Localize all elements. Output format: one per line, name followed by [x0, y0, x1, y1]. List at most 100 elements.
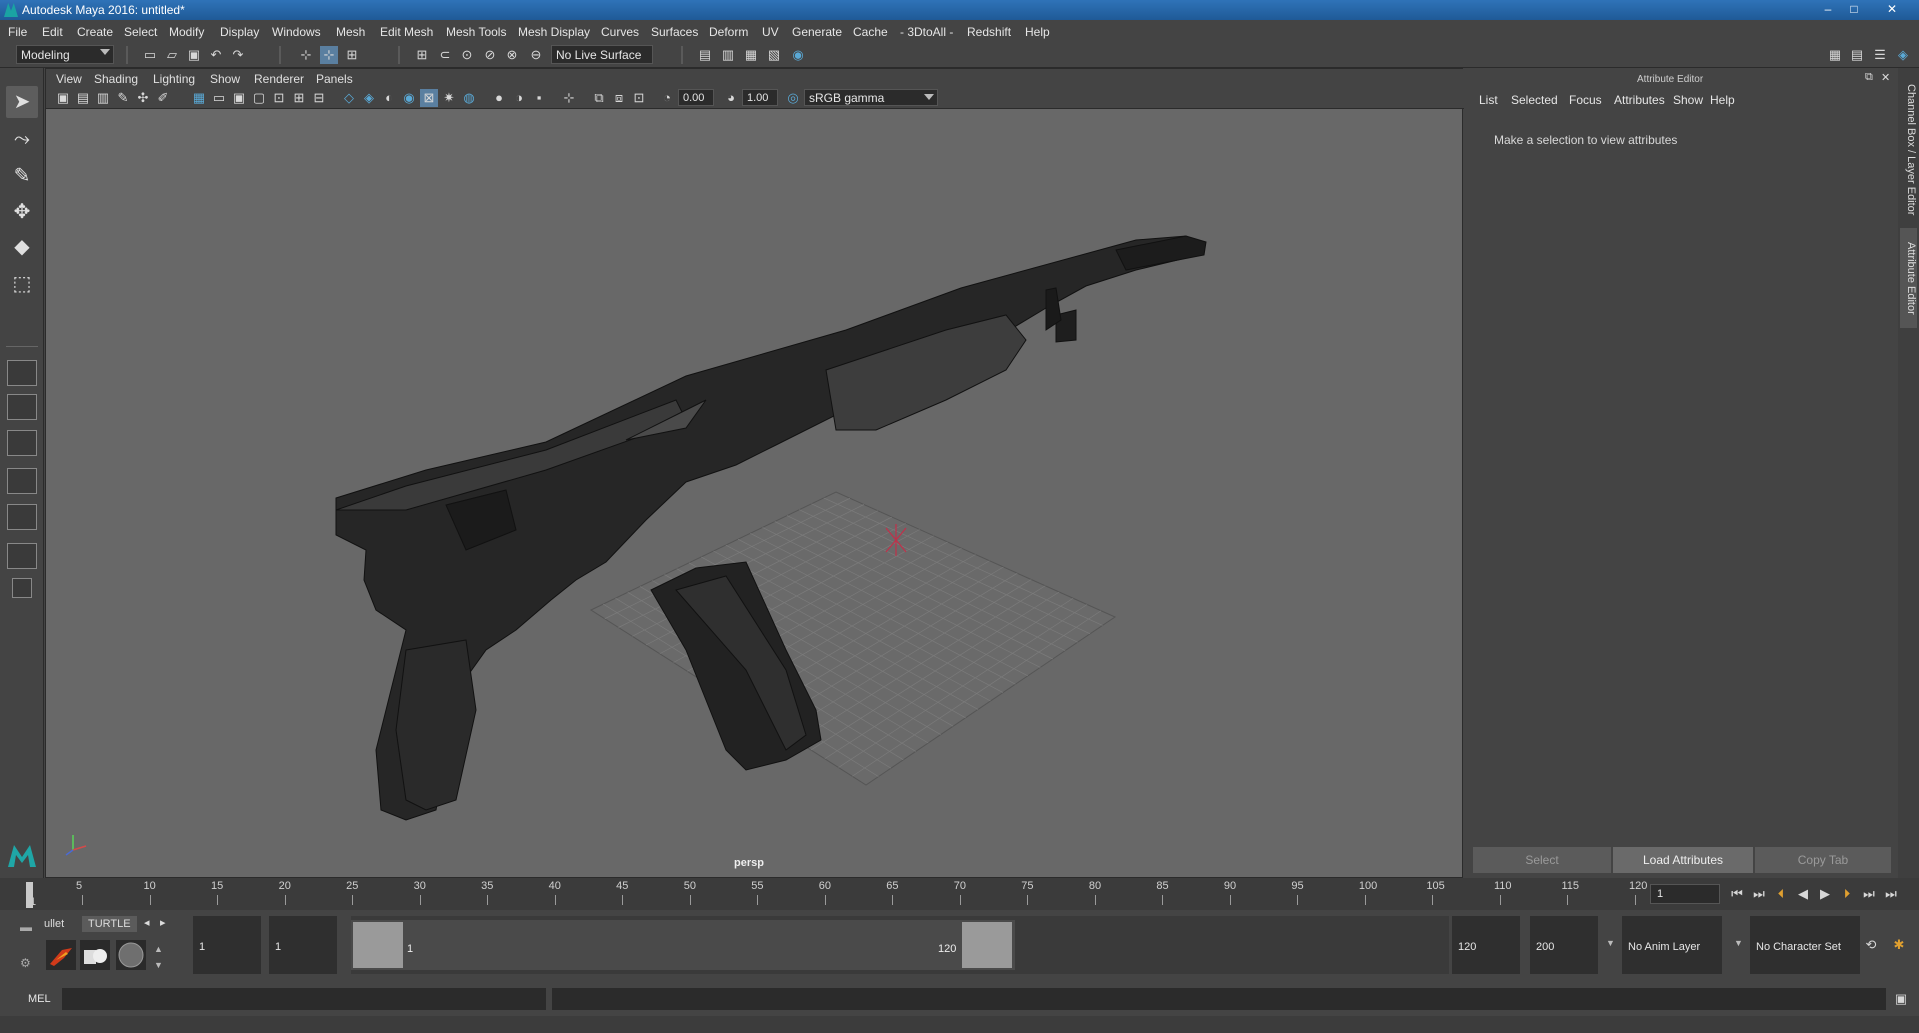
ae-tab-selected[interactable]: Selected: [1511, 93, 1558, 107]
anti-aliasing-icon[interactable]: ▪: [530, 89, 548, 107]
grease-pencil-icon[interactable]: ✐: [154, 89, 172, 107]
panel-menu-panels[interactable]: Panels: [316, 72, 353, 86]
shelf-sphere-icon[interactable]: [116, 940, 146, 970]
menu-deform[interactable]: Deform: [709, 25, 748, 39]
menu-surfaces[interactable]: Surfaces: [651, 25, 698, 39]
panel-menu-show[interactable]: Show: [210, 72, 240, 86]
exposure-icon[interactable]: ◔: [658, 89, 676, 107]
use-all-lights-icon[interactable]: ✷: [440, 89, 458, 107]
character-set-dropdown[interactable]: No Character Set: [1750, 916, 1860, 974]
chevron-down-icon[interactable]: ▼: [1734, 938, 1743, 948]
four-view-layout-button[interactable]: [7, 394, 37, 420]
2d-pan-zoom-icon[interactable]: ✣: [134, 89, 152, 107]
menu-display[interactable]: Display: [220, 25, 259, 39]
menu-3dtoall[interactable]: - 3DtoAll -: [900, 25, 953, 39]
camera-attributes-icon[interactable]: ▤: [74, 89, 92, 107]
snap-surface-icon[interactable]: ⊗: [503, 46, 521, 64]
go-to-end-icon[interactable]: ⏭: [1882, 885, 1900, 903]
current-frame-field[interactable]: 1: [1650, 884, 1720, 904]
ae-tab-attributes[interactable]: Attributes: [1614, 93, 1665, 107]
safe-action-icon[interactable]: ⊞: [290, 89, 308, 107]
resolution-gate-icon[interactable]: ▣: [230, 89, 248, 107]
perspective-viewport[interactable]: persp: [46, 110, 1462, 877]
time-slider[interactable]: 1 5 10 15 20 25 30 35 40 45 50 55 60 65 70 75 80 85 90 95 10…: [0, 878, 1919, 910]
toggle-channel-box-icon[interactable]: ◈: [1894, 46, 1912, 64]
menu-cache[interactable]: Cache: [853, 25, 888, 39]
menu-edit[interactable]: Edit: [42, 25, 63, 39]
float-panel-icon[interactable]: ⧉: [1865, 71, 1873, 84]
render-view-icon[interactable]: ▤: [696, 46, 714, 64]
ae-tab-show[interactable]: Show: [1673, 93, 1703, 107]
panel-menu-shading[interactable]: Shading: [94, 72, 138, 86]
shelf-menu-icon[interactable]: ▬: [20, 920, 32, 934]
hypershade-icon[interactable]: ◉: [789, 46, 807, 64]
menu-edit-mesh[interactable]: Edit Mesh: [380, 25, 433, 39]
live-surface-field[interactable]: No Live Surface: [551, 45, 653, 64]
gamma-icon[interactable]: ◕: [722, 89, 740, 107]
shelf-tab-turtle[interactable]: TURTLE: [82, 916, 137, 932]
color-space-dropdown[interactable]: sRGB gamma: [804, 89, 938, 106]
default-material-icon[interactable]: ◐: [380, 89, 398, 107]
new-scene-icon[interactable]: ▭: [141, 46, 159, 64]
snap-point-icon[interactable]: ⊙: [458, 46, 476, 64]
menu-mesh-tools[interactable]: Mesh Tools: [446, 25, 506, 39]
menu-file[interactable]: File: [8, 25, 27, 39]
step-forward-key-icon[interactable]: ⏭: [1860, 885, 1878, 903]
animation-start-field[interactable]: 1: [193, 916, 261, 974]
single-perspective-layout-button[interactable]: [7, 360, 37, 386]
shelf-render-icon[interactable]: [46, 940, 76, 970]
grid-toggle-icon[interactable]: ▦: [190, 89, 208, 107]
script-language-label[interactable]: MEL: [28, 993, 51, 1005]
select-button[interactable]: Select: [1473, 847, 1611, 873]
panel-menu-view[interactable]: View: [56, 72, 82, 86]
shelf-material-icon[interactable]: [80, 940, 110, 970]
script-editor-icon[interactable]: ▣: [1892, 990, 1910, 1008]
shelf-settings-icon[interactable]: ⚙: [20, 956, 31, 970]
render-settings-icon[interactable]: ▧: [765, 46, 783, 64]
shelf-scroll-up-icon[interactable]: ▲: [154, 944, 163, 954]
channel-box-tab[interactable]: Channel Box / Layer Editor: [1900, 80, 1917, 220]
load-attributes-button[interactable]: Load Attributes: [1613, 847, 1753, 873]
exposure-field[interactable]: 0.00: [678, 89, 714, 106]
menu-mesh[interactable]: Mesh: [336, 25, 365, 39]
wireframe-on-shaded-icon[interactable]: ◉: [400, 89, 418, 107]
snap-view-plane-icon[interactable]: ⊘: [481, 46, 499, 64]
field-chart-icon[interactable]: ⊡: [270, 89, 288, 107]
menu-redshift[interactable]: Redshift: [967, 25, 1011, 39]
image-plane-icon[interactable]: ✎: [114, 89, 132, 107]
workspace-icon[interactable]: ▦: [1826, 46, 1844, 64]
menu-help[interactable]: Help: [1025, 25, 1050, 39]
safe-title-icon[interactable]: ⊟: [310, 89, 328, 107]
snap-grid-icon[interactable]: ⊞: [413, 46, 431, 64]
anim-layer-dropdown[interactable]: No Anim Layer: [1622, 916, 1722, 974]
persp-graph-layout-button[interactable]: [7, 468, 37, 494]
snap-curve-icon[interactable]: ⊂: [436, 46, 454, 64]
lasso-tool-icon[interactable]: ⤳: [6, 123, 38, 155]
open-scene-icon[interactable]: ▱: [163, 46, 181, 64]
render-frame-icon[interactable]: ▥: [719, 46, 737, 64]
panel-menu-lighting[interactable]: Lighting: [153, 72, 195, 86]
maximize-button[interactable]: □: [1841, 1, 1867, 18]
menu-generate[interactable]: Generate: [792, 25, 842, 39]
range-end-handle[interactable]: [962, 922, 1012, 968]
more-layouts-button[interactable]: [12, 578, 32, 598]
smooth-shade-icon[interactable]: ◈: [360, 89, 378, 107]
select-tool-icon[interactable]: ➤: [6, 86, 38, 118]
textured-icon[interactable]: ⊠: [420, 89, 438, 107]
close-button[interactable]: ✕: [1879, 1, 1905, 18]
camera-icon[interactable]: ▣: [54, 89, 72, 107]
step-forward-frame-icon[interactable]: ⏵: [1838, 885, 1856, 903]
toggle-attribute-editor-icon[interactable]: ▤: [1848, 46, 1866, 64]
select-component-icon[interactable]: ⊞: [343, 46, 361, 64]
chevron-down-icon[interactable]: ▼: [1606, 938, 1615, 948]
ae-tab-focus[interactable]: Focus: [1569, 93, 1602, 107]
shelf-scroll-down-icon[interactable]: ▼: [154, 960, 163, 970]
scale-tool-icon[interactable]: ⬚: [6, 268, 38, 300]
range-start-handle[interactable]: [353, 922, 403, 968]
auto-key-icon[interactable]: ⟲: [1862, 936, 1880, 954]
shelf-scroll-left-icon[interactable]: ◂: [144, 916, 150, 929]
animation-preferences-icon[interactable]: ✱: [1890, 936, 1908, 954]
color-management-icon[interactable]: ◎: [784, 89, 802, 107]
ae-tab-help[interactable]: Help: [1710, 93, 1735, 107]
go-to-start-icon[interactable]: ⏮: [1728, 885, 1746, 903]
